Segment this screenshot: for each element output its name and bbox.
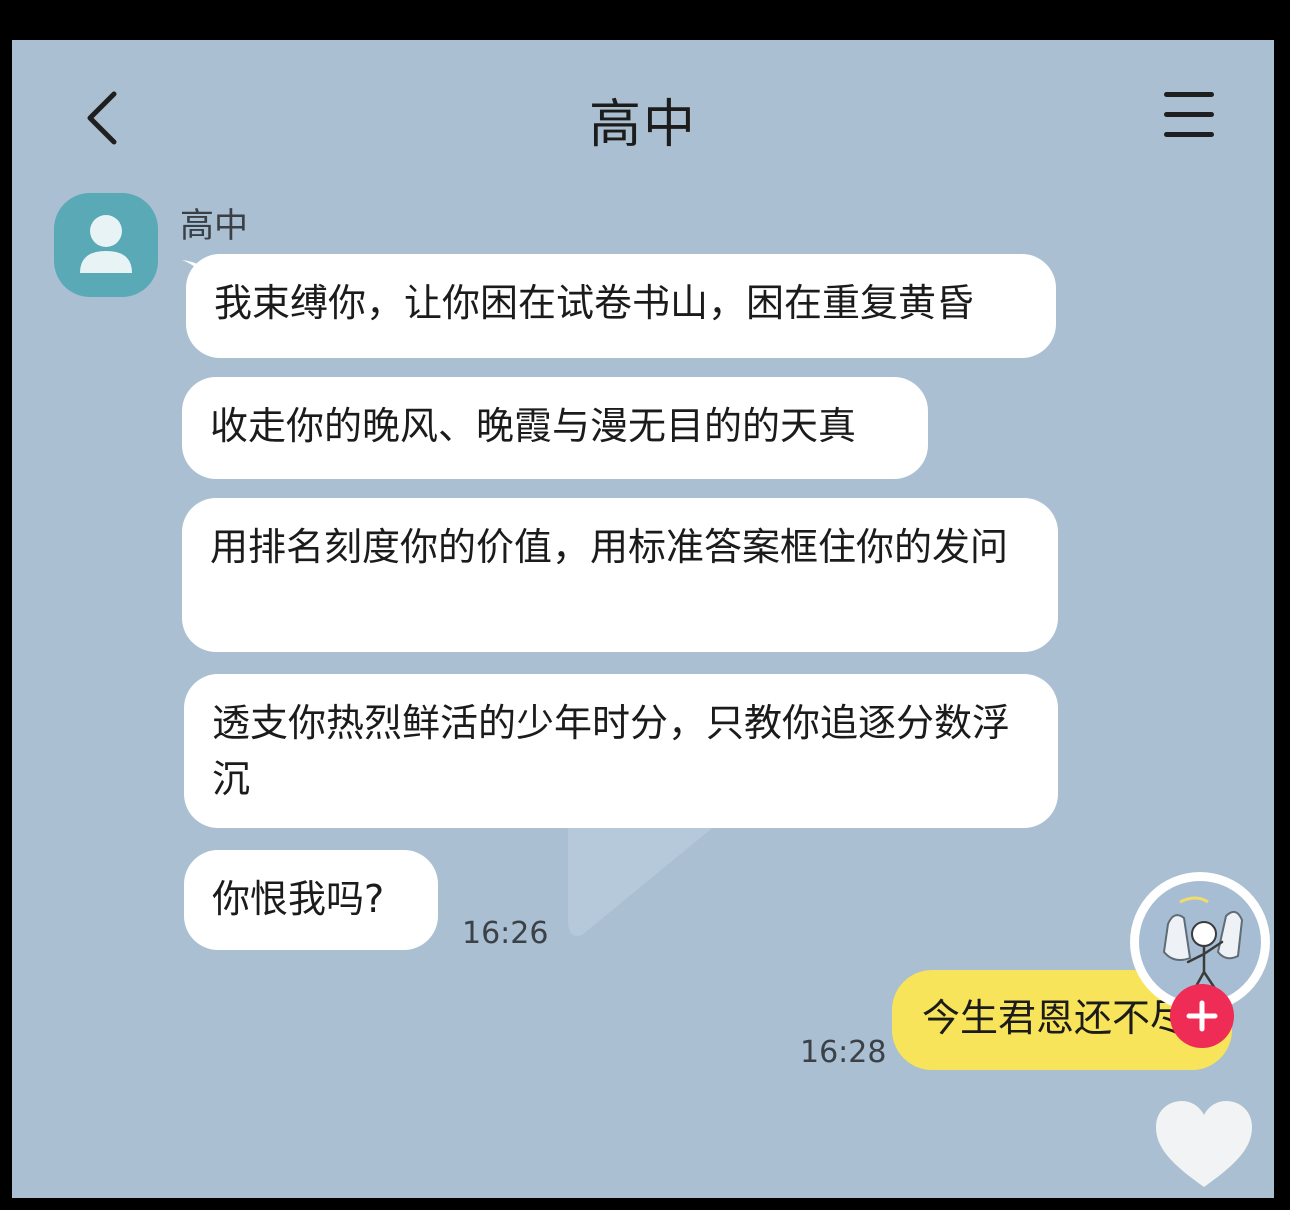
message-text: 用排名刻度你的价值，用标准答案框住你的发问 bbox=[210, 525, 1009, 569]
message-time: 16:26 bbox=[462, 916, 549, 951]
chat-title: 高中 bbox=[588, 95, 697, 155]
heart-icon bbox=[1156, 1101, 1252, 1187]
message-text: 透支你热烈鲜活的少年时分，只教你追逐分数浮沉 bbox=[212, 701, 1011, 801]
contact-avatar[interactable] bbox=[54, 193, 158, 297]
chat-screen: 高中 高中 我束缚你，让你困在试卷书山，困在重复黄昏 收走你的晚风、晚霞与漫无目… bbox=[12, 40, 1274, 1198]
message-text: 你恨我吗? bbox=[212, 877, 385, 921]
message-text: 我束缚你，让你困在试卷书山，困在重复黄昏 bbox=[214, 281, 975, 325]
incoming-message-2[interactable]: 收走你的晚风、晚霞与漫无目的的天真 bbox=[182, 377, 928, 479]
incoming-message-3[interactable]: 用排名刻度你的价值，用标准答案框住你的发问 bbox=[182, 498, 1058, 652]
follow-button[interactable] bbox=[1170, 984, 1234, 1048]
person-icon bbox=[80, 215, 132, 273]
message-text: 今生君恩还不尽 bbox=[922, 996, 1189, 1040]
menu-line bbox=[1164, 112, 1214, 117]
incoming-message-5[interactable]: 你恨我吗? bbox=[184, 850, 438, 950]
incoming-message-1[interactable]: 我束缚你，让你困在试卷书山，困在重复黄昏 bbox=[186, 254, 1056, 358]
message-time: 16:28 bbox=[800, 1035, 887, 1070]
plus-icon bbox=[1186, 1000, 1218, 1032]
like-button[interactable] bbox=[1152, 1095, 1256, 1195]
menu-line bbox=[1164, 132, 1214, 137]
menu-button[interactable] bbox=[1160, 88, 1218, 142]
message-text: 收走你的晚风、晚霞与漫无目的的天真 bbox=[210, 404, 857, 448]
watermark-play-icon bbox=[568, 820, 722, 936]
hamburger-menu-icon bbox=[1164, 92, 1214, 97]
sender-name: 高中 bbox=[180, 206, 248, 246]
incoming-message-4[interactable]: 透支你热烈鲜活的少年时分，只教你追逐分数浮沉 bbox=[184, 674, 1058, 828]
